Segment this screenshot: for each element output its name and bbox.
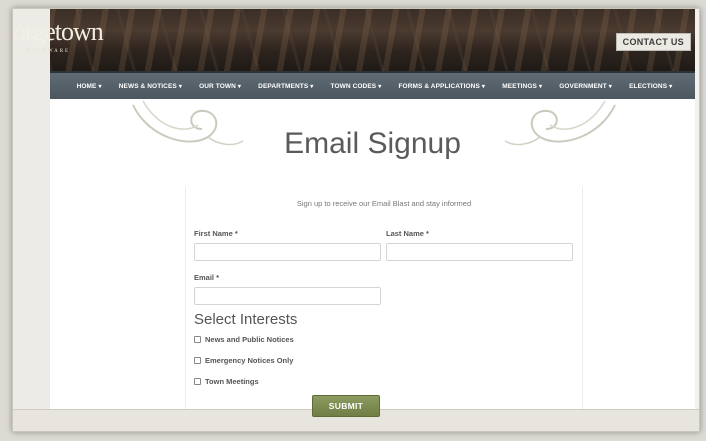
chevron-down-icon: ▾ [310, 83, 314, 90]
logo-subtitle: DELAWARE [27, 49, 71, 54]
form-intro-text: Sign up to receive our Email Blast and s… [296, 199, 472, 208]
chevron-down-icon: ▾ [608, 83, 612, 90]
main-nav: HOME ▾ NEWS & NOTICES ▾ OUR TOWN ▾ DEPARTME… [50, 71, 695, 99]
left-margin [13, 9, 50, 411]
interest-label: Emergency Notices Only [205, 356, 294, 365]
contact-us-button[interactable]: CONTACT US [615, 33, 691, 51]
chevron-down-icon: ▾ [237, 83, 242, 90]
nav-item-elections[interactable]: ELECTIONS ▾ [629, 83, 672, 90]
nav-item-government[interactable]: GOVERNMENT ▾ [559, 83, 612, 90]
nav-item-departments[interactable]: DEPARTMENTS ▾ [258, 83, 313, 90]
checkbox[interactable] [194, 378, 201, 385]
nav-item-meetings[interactable]: MEETINGS ▾ [502, 83, 542, 90]
first-name-field[interactable] [194, 243, 381, 261]
nav-item-town-codes[interactable]: TOWN CODES ▾ [331, 83, 382, 90]
page-viewport: CONTACT US HOME ▾ NEWS & NOTICES ▾ OUR TOW… [50, 9, 695, 411]
interest-label: News and Public Notices [205, 335, 294, 344]
email-field[interactable] [194, 287, 381, 305]
nav-item-forms-applications[interactable]: FORMS & APPLICATIONS ▾ [398, 83, 485, 90]
chevron-down-icon: ▾ [538, 83, 543, 90]
nav-item-news-notices[interactable]: NEWS & NOTICES ▾ [119, 83, 182, 90]
chevron-down-icon: ▾ [378, 83, 382, 90]
nav-item-home[interactable]: HOME ▾ [77, 83, 102, 90]
checkbox[interactable] [194, 336, 201, 343]
signup-form: Sign up to receive our Email Blast and s… [185, 187, 583, 411]
last-name-field[interactable] [386, 243, 573, 261]
header-texture [50, 9, 695, 71]
email-label: Email * [194, 273, 220, 282]
interest-label: Town Meetings [205, 377, 259, 386]
last-name-label: Last Name * [386, 229, 429, 238]
chevron-down-icon: ▾ [481, 83, 486, 90]
page-title: Email Signup [284, 127, 461, 160]
interest-news-public-notices[interactable]: News and Public Notices [194, 335, 294, 344]
interest-town-meetings[interactable]: Town Meetings [194, 377, 259, 386]
chevron-down-icon: ▾ [178, 83, 182, 90]
submit-button[interactable]: SUBMIT [312, 395, 380, 417]
site-logo[interactable]: orgetown [13, 17, 104, 47]
browser-frame: CONTACT US HOME ▾ NEWS & NOTICES ▾ OUR TOW… [12, 8, 700, 432]
nav-item-our-town[interactable]: OUR TOWN ▾ [199, 83, 241, 90]
first-name-label: First Name * [194, 229, 238, 238]
chevron-down-icon: ▾ [98, 83, 102, 90]
select-interests-heading: Select Interests [194, 311, 298, 328]
header-banner [50, 9, 695, 71]
chevron-down-icon: ▾ [669, 83, 673, 90]
checkbox[interactable] [194, 357, 201, 364]
interest-emergency-notices-only[interactable]: Emergency Notices Only [194, 356, 293, 365]
